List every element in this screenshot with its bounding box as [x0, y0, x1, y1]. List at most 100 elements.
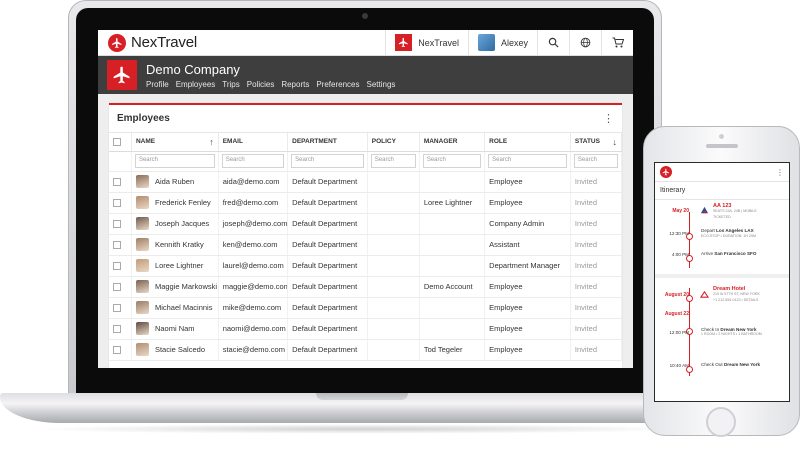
- table-row[interactable]: Stacie Salcedo stacie@demo.com Default Dep…: [109, 339, 623, 361]
- column-role[interactable]: ROLE: [484, 133, 571, 152]
- column-name[interactable]: NAME ↑: [131, 133, 219, 152]
- row-checkbox[interactable]: [113, 241, 121, 249]
- name-cell[interactable]: Kennith Kratky: [131, 234, 219, 256]
- flight-segment[interactable]: May 20 AA 123 SEATS 23A, 24B | MOBILE TI…: [655, 200, 789, 278]
- nav-reports[interactable]: Reports: [281, 80, 309, 89]
- employee-name: Michael Macinnis: [154, 303, 213, 312]
- language-button[interactable]: [569, 30, 601, 55]
- table-row[interactable]: Joseph Jacques joseph@demo.com Default Dep…: [109, 213, 623, 235]
- employee-status: Invited: [570, 171, 623, 193]
- name-cell[interactable]: Joseph Jacques: [131, 213, 219, 235]
- select-all-checkbox[interactable]: [113, 137, 121, 146]
- nav-preferences[interactable]: Preferences: [316, 80, 359, 89]
- row-checkbox[interactable]: [113, 325, 121, 333]
- employee-manager: [419, 297, 486, 319]
- row-select-cell[interactable]: [109, 339, 132, 361]
- manager-search-input[interactable]: Search: [422, 154, 482, 168]
- table-row[interactable]: Loree Lightner laurel@demo.com Default Dep…: [109, 255, 623, 277]
- row-select-cell[interactable]: [109, 318, 132, 340]
- table-row[interactable]: Frederick Fenley fred@demo.com Default Dep…: [109, 192, 623, 214]
- phone-more-vertical-icon[interactable]: ⋮: [776, 168, 784, 176]
- column-email[interactable]: EMAIL: [218, 133, 289, 152]
- table-row[interactable]: Maggie Markowski maggie@demo.com Default D…: [109, 276, 623, 298]
- phone-home-button[interactable]: [706, 407, 736, 437]
- flight-detail-2: TICKETED: [713, 214, 731, 219]
- row-select-cell[interactable]: [109, 297, 132, 319]
- row-checkbox[interactable]: [113, 220, 121, 228]
- policy-search-input[interactable]: Search: [370, 154, 416, 168]
- main-content: Employees ⋮ NAME ↑ EMAIL DEPARTMENT POLIC…: [98, 94, 633, 368]
- airline-logo-icon: [699, 205, 709, 215]
- name-cell[interactable]: Stacie Salcedo: [131, 339, 219, 361]
- sort-down-icon[interactable]: ↓: [613, 137, 618, 147]
- department-search-input[interactable]: Search: [291, 154, 364, 168]
- column-manager[interactable]: MANAGER: [419, 133, 486, 152]
- row-checkbox[interactable]: [113, 304, 121, 312]
- name-cell[interactable]: Maggie Markowski: [131, 276, 219, 298]
- column-policy[interactable]: POLICY: [367, 133, 420, 152]
- column-department[interactable]: DEPARTMENT: [287, 133, 368, 152]
- row-checkbox[interactable]: [113, 199, 121, 207]
- phone-camera: [719, 134, 724, 139]
- laptop-shadow: [30, 424, 690, 434]
- phone-plane-logo-icon[interactable]: [660, 166, 672, 178]
- sort-up-icon[interactable]: ↑: [209, 137, 214, 147]
- table-row[interactable]: Kennith Kratky ken@demo.com Default Depart…: [109, 234, 623, 256]
- globe-icon: [580, 37, 591, 48]
- name-cell[interactable]: Frederick Fenley: [131, 192, 219, 214]
- brand[interactable]: NexTravel: [108, 33, 197, 52]
- table-row[interactable]: Michael Macinnis mike@demo.com Default Dep…: [109, 297, 623, 319]
- row-checkbox[interactable]: [113, 178, 121, 186]
- name-cell[interactable]: Aida Ruben: [131, 171, 219, 193]
- name-cell[interactable]: Loree Lightner: [131, 255, 219, 277]
- employee-email: joseph@demo.com: [218, 213, 289, 235]
- status-search-input[interactable]: Search: [573, 154, 618, 168]
- row-select-cell[interactable]: [109, 276, 132, 298]
- row-checkbox[interactable]: [113, 283, 121, 291]
- employee-role: Employee: [484, 171, 571, 193]
- select-all-cell[interactable]: [109, 133, 132, 152]
- table-row[interactable]: Naomi Nam naomi@demo.com Default Departmen…: [109, 318, 623, 340]
- employee-status: Invited: [570, 255, 623, 277]
- depart-prefix: Depart: [701, 228, 715, 233]
- hotel-detail-2: +1 212-555-0123 • DETAILS: [713, 297, 759, 302]
- company-nav: Profile Employees Trips Policies Reports…: [146, 80, 395, 89]
- hotel-segment[interactable]: August 20 Dream Hotel 210 W 57TH ST, NEW…: [655, 278, 789, 388]
- row-select-cell[interactable]: [109, 192, 132, 214]
- employee-avatar: [135, 238, 149, 251]
- nav-trips[interactable]: Trips: [222, 80, 239, 89]
- role-search-input[interactable]: Search: [488, 154, 567, 168]
- employee-avatar: [135, 322, 149, 335]
- employee-status: Invited: [570, 276, 623, 298]
- employee-policy: [367, 234, 420, 256]
- row-select-cell[interactable]: [109, 234, 132, 256]
- cart-button[interactable]: [601, 30, 633, 55]
- row-checkbox[interactable]: [113, 346, 121, 354]
- row-select-cell[interactable]: [109, 213, 132, 235]
- cart-icon: [612, 37, 624, 48]
- nav-employees[interactable]: Employees: [176, 80, 216, 89]
- name-cell[interactable]: Naomi Nam: [131, 318, 219, 340]
- user-menu[interactable]: Alexey: [467, 30, 537, 55]
- row-select-cell[interactable]: [109, 255, 132, 277]
- table-row[interactable]: Aida Ruben aida@demo.com Default Departmen…: [109, 171, 623, 193]
- more-vertical-icon[interactable]: ⋮: [603, 113, 614, 124]
- nav-settings[interactable]: Settings: [366, 80, 395, 89]
- name-search-input[interactable]: Search: [134, 154, 215, 168]
- search-icon: [548, 37, 559, 48]
- checkin-prefix: Check In: [701, 326, 720, 332]
- nav-policies[interactable]: Policies: [247, 80, 275, 89]
- row-checkbox[interactable]: [113, 262, 121, 270]
- employee-manager: [419, 234, 486, 256]
- employee-avatar: [135, 259, 149, 272]
- company-switcher[interactable]: NexTravel: [385, 30, 468, 55]
- depart-city: Los Angeles LAX: [716, 228, 754, 233]
- column-status[interactable]: STATUS ↓: [570, 133, 623, 152]
- nav-profile[interactable]: Profile: [146, 80, 169, 89]
- search-row: Search Search Search Search Search Searc…: [109, 151, 623, 172]
- phone-speaker: [706, 144, 738, 148]
- name-cell[interactable]: Michael Macinnis: [131, 297, 219, 319]
- email-search-input[interactable]: Search: [221, 154, 285, 168]
- search-button[interactable]: [537, 30, 569, 55]
- row-select-cell[interactable]: [109, 171, 132, 193]
